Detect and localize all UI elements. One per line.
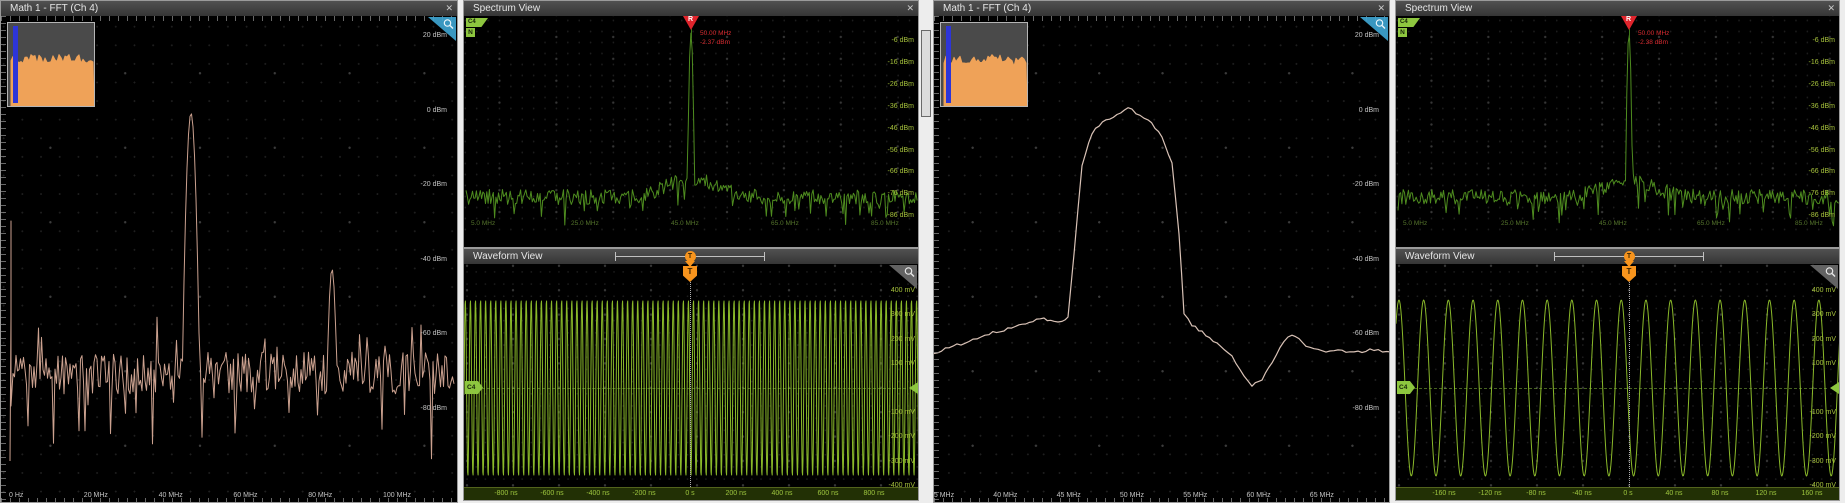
axis-tick-label: -40 ns (1565, 490, 1599, 497)
trace-type-badge[interactable]: N (466, 28, 475, 37)
spectrum-view-window: Spectrum View ✕ C4 N R 50.00 MHz -2.37 d… (463, 0, 919, 248)
left-ruler (1, 16, 6, 502)
waveform-plot[interactable]: C4 400 mV300 mV200 mV100 mV-100 mV-200 m… (464, 264, 918, 487)
waveform-trace (464, 264, 918, 487)
close-icon[interactable]: ✕ (445, 1, 453, 16)
axis-tick-label: -800 ns (489, 490, 523, 497)
top-ruler (1, 16, 457, 21)
bottom-ruler (934, 498, 1389, 502)
oscilloscope-screen: { "colors": { "fft_trace": "#cba18f", "f… (0, 0, 1845, 503)
right-panel-group: Math 1 - FFT (Ch 4) ✕ 20 dBm0 dBm-20 dBm… (933, 0, 1840, 503)
magnifier-icon (442, 18, 455, 31)
close-icon[interactable]: ✕ (1377, 1, 1385, 16)
axis-tick-label: -80 ns (1519, 490, 1553, 497)
horizontal-position-slider[interactable]: T (615, 252, 765, 261)
axis-tick-label: -400 ns (581, 490, 615, 497)
horizontal-position-slider[interactable]: T (1554, 252, 1704, 261)
thumbnail-trace (941, 23, 1027, 106)
trigger-level-arrow-icon[interactable] (909, 382, 918, 394)
ground-reference-line (1414, 388, 1827, 389)
axis-tick-label: 0 s (673, 490, 707, 497)
math-fft-plot[interactable]: 20 dBm0 dBm-20 dBm-40 dBm-60 dBm-80 dBm … (934, 16, 1389, 502)
math-window-title: Math 1 - FFT (Ch 4) (10, 3, 98, 14)
spectrum-waveform-stack: Spectrum View ✕ C4 N R 50.00 MHz -2.37 d… (463, 0, 919, 501)
axis-tick-label: 120 ns (1749, 490, 1783, 497)
waveform-x-axis: -800 ns -600 ns -400 ns -200 ns 0 s 200 ns 400… (464, 487, 918, 500)
waveform-view-window: Waveform View T T C4 400 mV300 mV20 (463, 248, 919, 501)
reference-marker-label: R (1626, 16, 1631, 23)
marker-amplitude: -2.38 dBm (1638, 38, 1669, 47)
spectrum-waveform-stack: Spectrum View ✕ C4 N R 50.00 MHz -2.38 d… (1395, 0, 1840, 501)
math-window-title: Math 1 - FFT (Ch 4) (943, 3, 1031, 14)
ground-reference-line (482, 388, 906, 389)
waveform-x-axis: -160 ns -120 ns -80 ns -40 ns 0 s 40 ns 80 ns 1… (1396, 487, 1839, 500)
top-ruler (934, 16, 1389, 21)
waveform-view-title: Waveform View (473, 251, 542, 262)
axis-tick-label: 200 ns (719, 490, 753, 497)
axis-tick-label: 400 ns (765, 490, 799, 497)
spectrum-view-window: Spectrum View ✕ C4 N R 50.00 MHz -2.38 d… (1395, 0, 1840, 248)
marker-readout: 50.00 MHz -2.38 dBm (1638, 29, 1669, 47)
spectrum-view-titlebar[interactable]: Spectrum View ✕ (464, 1, 918, 16)
marker-amplitude: -2.37 dBm (700, 38, 731, 47)
axis-tick-label: 160 ns (1795, 490, 1829, 497)
close-icon[interactable]: ✕ (1827, 1, 1835, 16)
math-fft-plot[interactable]: 20 dBm0 dBm-20 dBm-40 dBm-60 dBm-80 dBm … (1, 16, 457, 502)
marker-frequency: 50.00 MHz (1638, 29, 1669, 38)
fft-overview-thumbnail[interactable] (940, 22, 1028, 107)
magnifier-icon (1824, 266, 1837, 279)
axis-tick-label: -600 ns (535, 490, 569, 497)
math-window-titlebar[interactable]: Math 1 - FFT (Ch 4) ✕ (1, 1, 457, 16)
magnifier-icon (1374, 18, 1387, 31)
spectrum-view-titlebar[interactable]: Spectrum View ✕ (1396, 1, 1839, 16)
trigger-level-arrow-icon[interactable] (1830, 382, 1839, 394)
trace-type-badge[interactable]: N (1398, 28, 1407, 37)
waveform-plot[interactable]: C4 400 mV300 mV200 mV100 mV-100 mV-200 m… (1396, 264, 1839, 487)
scrollbar-thumb[interactable] (921, 30, 931, 117)
axis-tick-label: 800 ns (857, 490, 891, 497)
spectrum-plot[interactable]: C4 N R 50.00 MHz -2.38 dBm -6 dBm-16 dBm… (1396, 16, 1839, 231)
waveform-view-window: Waveform View T T C4 400 mV300 mV20 (1395, 248, 1840, 501)
axis-tick-label: -200 ns (627, 490, 661, 497)
axis-tick-label: 80 ns (1703, 490, 1737, 497)
left-ruler (934, 16, 939, 502)
axis-tick-label: 40 ns (1657, 490, 1691, 497)
axis-tick-label: 600 ns (811, 490, 845, 497)
axis-tick-label: -120 ns (1473, 490, 1507, 497)
reference-marker-label: R (688, 16, 693, 23)
trigger-position-line (1629, 282, 1630, 487)
math-fft-window: Math 1 - FFT (Ch 4) ✕ 20 dBm0 dBm-20 dBm… (933, 0, 1390, 503)
math-fft-window: Math 1 - FFT (Ch 4) ✕ 20 dBm0 dBm-20 dBm… (0, 0, 458, 503)
close-icon[interactable]: ✕ (906, 1, 914, 16)
marker-readout: 50.00 MHz -2.37 dBm (700, 29, 731, 47)
marker-line (691, 29, 692, 38)
spectrum-view-title: Spectrum View (1405, 3, 1472, 14)
axis-tick-label: -160 ns (1427, 490, 1461, 497)
axis-tick-label: 0 s (1611, 490, 1645, 497)
thumbnail-trace (8, 23, 94, 106)
marker-line (1629, 29, 1630, 38)
bottom-ruler (1, 498, 457, 502)
spectrum-trace (464, 16, 918, 231)
spectrum-plot[interactable]: C4 N R 50.00 MHz -2.37 dBm -6 dBm-16 dBm… (464, 16, 918, 231)
math-window-titlebar[interactable]: Math 1 - FFT (Ch 4) ✕ (934, 1, 1389, 16)
fft-overview-thumbnail[interactable] (7, 22, 95, 107)
magnifier-icon (903, 266, 916, 279)
spectrum-trace (1396, 16, 1839, 231)
left-panel-group: Math 1 - FFT (Ch 4) ✕ 20 dBm0 dBm-20 dBm… (0, 0, 919, 503)
trigger-position-line (690, 282, 691, 487)
waveform-view-title: Waveform View (1405, 251, 1474, 262)
marker-frequency: 50.00 MHz (700, 29, 731, 38)
waveform-trace (1396, 264, 1839, 487)
spectrum-view-title: Spectrum View (473, 3, 540, 14)
